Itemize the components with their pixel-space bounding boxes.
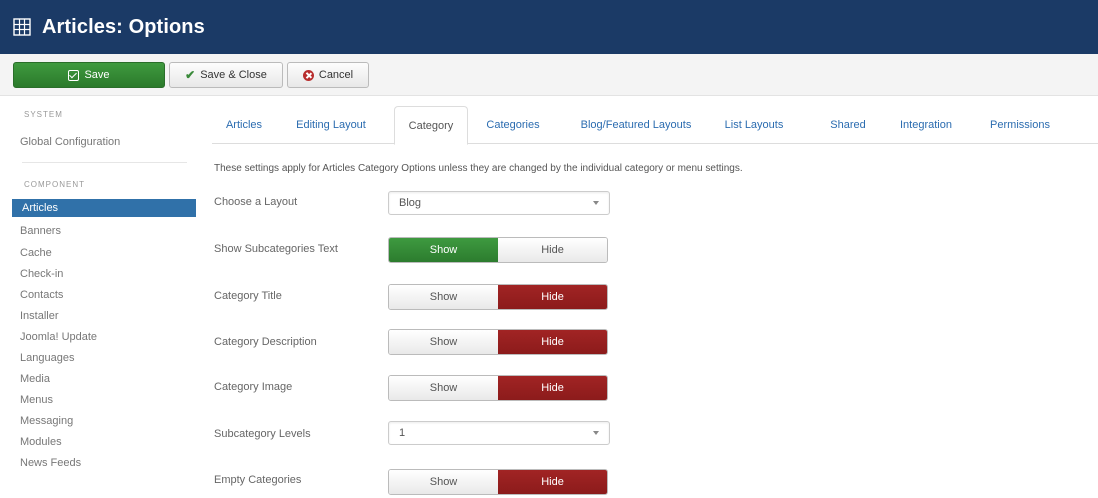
show-subcategories-text-label: Show Subcategories Text xyxy=(214,243,338,255)
tab-blog-featured-layouts[interactable]: Blog/Featured Layouts xyxy=(568,106,704,144)
sidebar-item-languages[interactable]: Languages xyxy=(20,349,74,367)
show-subcategories-text-hide-option[interactable]: Hide xyxy=(498,238,607,262)
sidebar-item-messaging[interactable]: Messaging xyxy=(20,412,73,430)
sidebar-item-banners[interactable]: Banners xyxy=(20,222,61,240)
cancel-circle-icon xyxy=(302,69,314,81)
category-title-show-option[interactable]: Show xyxy=(389,285,498,309)
sidebar-item-contacts[interactable]: Contacts xyxy=(20,286,63,304)
category-description-hide-option[interactable]: Hide xyxy=(498,330,607,354)
choose-layout-select[interactable]: Blog xyxy=(388,191,610,215)
choose-layout-value: Blog xyxy=(399,197,422,209)
sidebar-item-installer[interactable]: Installer xyxy=(20,307,59,325)
tab-list-layouts[interactable]: List Layouts xyxy=(718,106,790,144)
tab-categories[interactable]: Categories xyxy=(478,106,548,144)
empty-categories-hide-option[interactable]: Hide xyxy=(498,470,607,494)
empty-categories-toggle: Show Hide xyxy=(388,469,608,495)
category-description-label: Category Description xyxy=(214,336,317,348)
category-image-hide-option[interactable]: Hide xyxy=(498,376,607,400)
save-close-button[interactable]: ✔ Save & Close xyxy=(169,62,283,88)
save-button[interactable]: Save xyxy=(13,62,165,88)
options-grid-icon xyxy=(12,17,32,37)
category-image-toggle: Show Hide xyxy=(388,375,608,401)
category-options-intro: These settings apply for Articles Catego… xyxy=(214,163,743,174)
choose-layout-label: Choose a Layout xyxy=(214,196,298,208)
tab-editing-layout[interactable]: Editing Layout xyxy=(288,106,374,144)
sidebar-item-media[interactable]: Media xyxy=(20,370,50,388)
category-image-show-option[interactable]: Show xyxy=(389,376,498,400)
category-title-hide-option[interactable]: Hide xyxy=(498,285,607,309)
tab-articles[interactable]: Articles xyxy=(218,106,270,144)
tab-category[interactable]: Category xyxy=(394,106,468,145)
sidebar-item-joomla-update[interactable]: Joomla! Update xyxy=(20,328,97,346)
options-tabs: Articles Editing Layout Category Categor… xyxy=(212,106,1098,145)
show-subcategories-text-toggle: Show Hide xyxy=(388,237,608,263)
category-title-label: Category Title xyxy=(214,290,282,302)
sidebar: SYSTEM Global Configuration COMPONENT Ar… xyxy=(0,96,200,498)
cancel-button[interactable]: Cancel xyxy=(287,62,369,88)
subcategory-levels-label: Subcategory Levels xyxy=(214,428,311,440)
sidebar-item-articles[interactable]: Articles xyxy=(12,199,196,217)
sidebar-heading-component: COMPONENT xyxy=(24,180,85,189)
save-close-button-label: Save & Close xyxy=(200,69,267,81)
chevron-down-icon xyxy=(593,201,599,205)
check-icon: ✔ xyxy=(185,68,196,82)
cancel-button-label: Cancel xyxy=(318,69,354,81)
category-description-toggle: Show Hide xyxy=(388,329,608,355)
tab-permissions[interactable]: Permissions xyxy=(978,106,1062,144)
chevron-down-icon xyxy=(593,431,599,435)
page-title: Articles: Options xyxy=(42,15,205,38)
category-title-toggle: Show Hide xyxy=(388,284,608,310)
sidebar-item-global-configuration[interactable]: Global Configuration xyxy=(20,133,120,151)
save-button-label: Save xyxy=(84,69,110,81)
checkbox-icon xyxy=(68,69,80,81)
sidebar-item-menus[interactable]: Menus xyxy=(20,391,53,409)
category-image-label: Category Image xyxy=(214,381,293,393)
sidebar-divider xyxy=(22,162,187,163)
empty-categories-label: Empty Categories xyxy=(214,474,302,486)
page-header: Articles: Options xyxy=(0,0,1098,54)
tab-integration[interactable]: Integration xyxy=(892,106,960,144)
subcategory-levels-select[interactable]: 1 xyxy=(388,421,610,445)
sidebar-item-check-in[interactable]: Check-in xyxy=(20,265,63,283)
sidebar-item-modules[interactable]: Modules xyxy=(20,433,62,451)
toolbar: Save ✔ Save & Close Cancel xyxy=(0,54,1098,96)
show-subcategories-text-show-option[interactable]: Show xyxy=(389,238,498,262)
category-description-show-option[interactable]: Show xyxy=(389,330,498,354)
sidebar-heading-system: SYSTEM xyxy=(24,110,63,119)
subcategory-levels-value: 1 xyxy=(399,427,406,439)
empty-categories-show-option[interactable]: Show xyxy=(389,470,498,494)
tab-shared[interactable]: Shared xyxy=(824,106,872,144)
sidebar-item-news-feeds[interactable]: News Feeds xyxy=(20,454,81,472)
sidebar-item-cache[interactable]: Cache xyxy=(20,244,52,262)
